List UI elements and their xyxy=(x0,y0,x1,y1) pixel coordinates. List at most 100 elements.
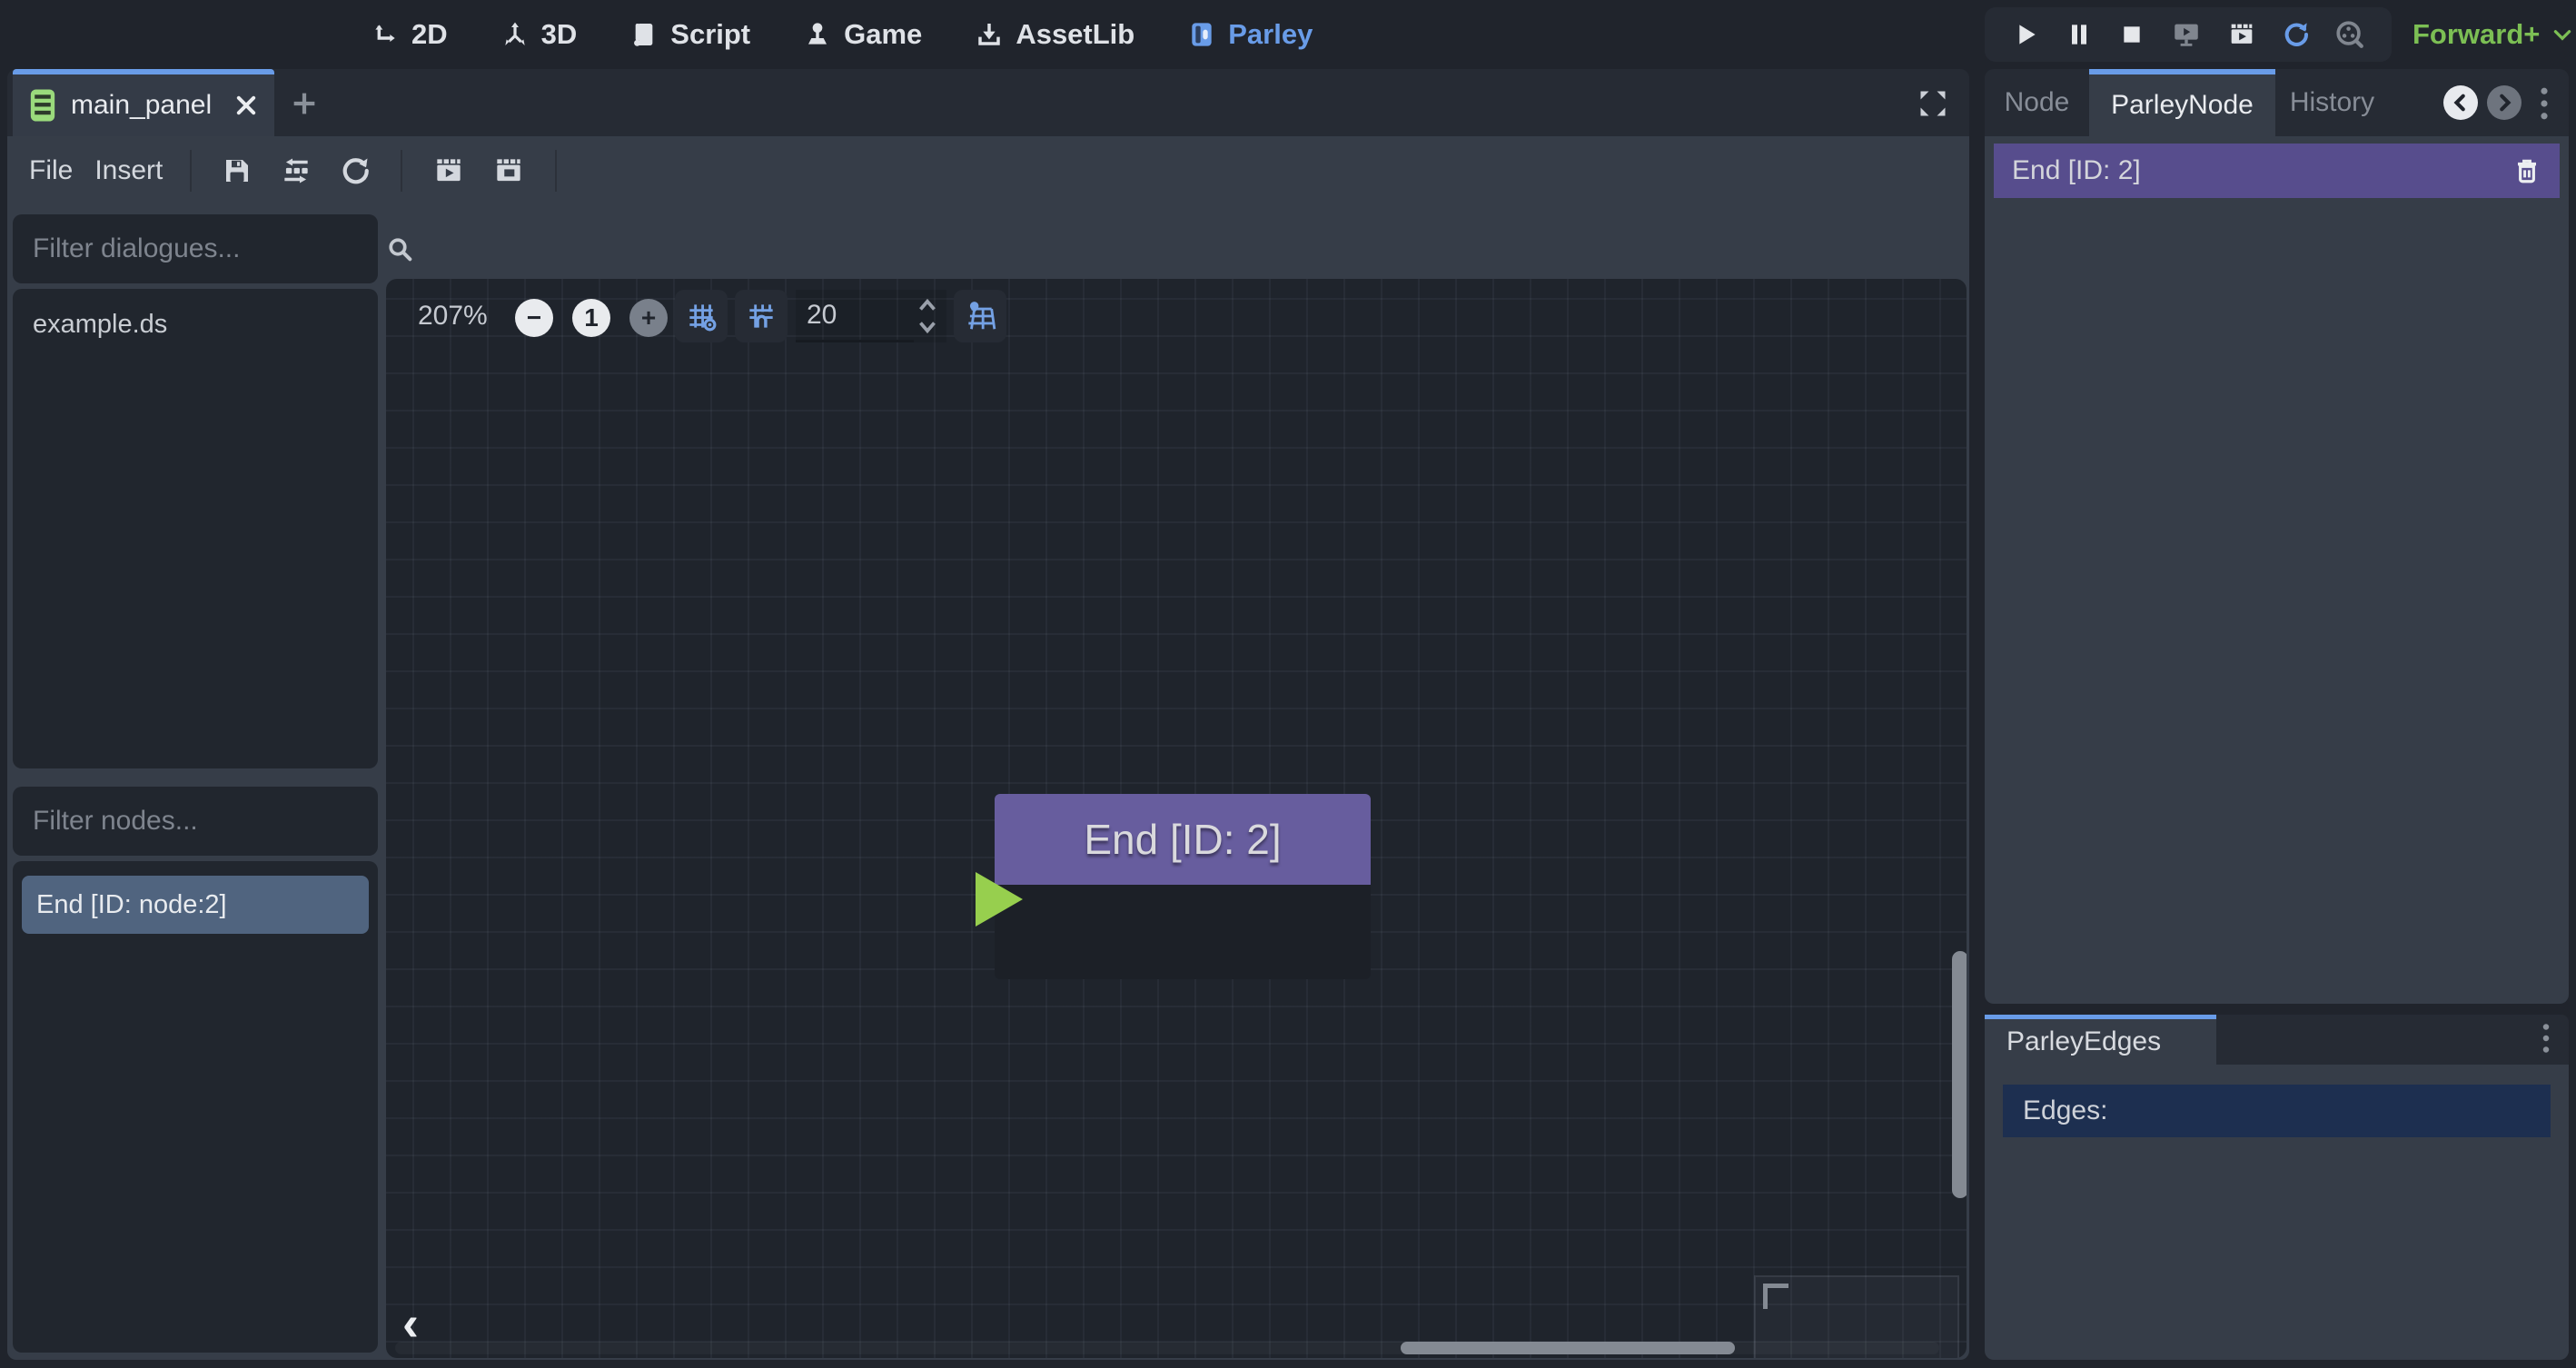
move-3d-icon xyxy=(500,20,530,49)
spinbox-underline xyxy=(796,340,914,342)
canvas-hscrollbar[interactable] xyxy=(1401,1342,1735,1354)
minimap-toggle[interactable] xyxy=(954,290,1006,342)
grid-size-value: 20 xyxy=(807,300,837,331)
renderer-selector[interactable]: Forward+ xyxy=(2413,0,2574,69)
menubar-separator xyxy=(555,150,557,192)
grid-magnet-icon xyxy=(744,299,778,333)
tab-parleynode[interactable]: ParleyNode xyxy=(2089,69,2275,136)
parley-icon xyxy=(1187,20,1216,49)
game-icon xyxy=(803,20,832,49)
workspace-tab-game[interactable]: Game xyxy=(803,18,922,51)
workspace-tab-parley[interactable]: Parley xyxy=(1187,18,1313,51)
move-2d-icon xyxy=(371,20,400,49)
graph-node-end-header[interactable]: End [ID: 2] xyxy=(995,794,1371,885)
grid-magnet-toggle[interactable] xyxy=(735,290,788,342)
zoom-percent-label: 207% xyxy=(418,301,488,332)
workspace-tab-label: AssetLib xyxy=(1016,18,1134,51)
expand-icon[interactable] xyxy=(1917,87,1949,120)
zoom-out-button[interactable]: − xyxy=(515,299,553,337)
canvas-vscrollbar[interactable] xyxy=(1952,951,1967,1198)
dialogue-sequence-icon xyxy=(29,88,56,123)
menu-file[interactable]: File xyxy=(18,155,84,186)
zoom-in-button[interactable]: + xyxy=(629,299,668,337)
tab-nav xyxy=(2443,85,2522,120)
grid-size-spinbox[interactable]: 20 xyxy=(796,290,946,342)
trash-icon[interactable] xyxy=(2512,156,2541,185)
tab-node[interactable]: Node xyxy=(1985,69,2089,136)
graph-node-end-body[interactable] xyxy=(995,885,1371,979)
movie-reel-icon[interactable] xyxy=(2334,19,2365,50)
pause-icon[interactable] xyxy=(2065,20,2094,49)
nodes-filter xyxy=(13,787,378,856)
grid-snap-icon xyxy=(684,299,718,333)
main-editor-region: main_panel File Insert xyxy=(7,69,1969,1360)
search-icon xyxy=(385,234,414,263)
tab-parleyedges[interactable]: ParleyEdges xyxy=(1985,1015,2216,1065)
workspace-tab-assetlib[interactable]: AssetLib xyxy=(975,18,1134,51)
tab-label: main_panel xyxy=(71,90,212,121)
save-icon[interactable] xyxy=(221,154,253,187)
graph-canvas[interactable]: 207% − 1 + 20 xyxy=(386,279,1967,1358)
dialogues-filter-input[interactable] xyxy=(31,233,385,265)
parley-main-panel: File Insert xyxy=(7,136,1969,1360)
workspace-tab-label: Script xyxy=(670,18,750,51)
workspace-tab-label: Parley xyxy=(1228,18,1313,51)
reload-icon[interactable] xyxy=(2281,20,2310,49)
parleynode-inspector: End [ID: 2] xyxy=(1985,136,2569,1004)
workspace-tab-label: 3D xyxy=(541,18,578,51)
workspace-tab-label: 2D xyxy=(411,18,448,51)
sidebar-collapse-button[interactable]: ‹ xyxy=(389,1295,432,1350)
edges-tab-bar: ParleyEdges xyxy=(1985,1015,2569,1065)
selected-node-header[interactable]: End [ID: 2] xyxy=(1994,144,2560,198)
workspace-tab-2d[interactable]: 2D xyxy=(371,18,448,51)
spinner-arrows[interactable] xyxy=(914,293,941,339)
grid-snap-toggle[interactable] xyxy=(675,290,728,342)
workspace-tabs: 2D 3D Script Game xyxy=(371,0,1313,69)
tab-next-button[interactable] xyxy=(2487,85,2522,120)
stop-icon[interactable] xyxy=(2117,20,2146,49)
chevron-down-icon xyxy=(2551,23,2574,46)
assetlib-icon xyxy=(975,20,1004,49)
godot-editor-window: 2D 3D Script Game xyxy=(0,0,2576,1368)
refresh-icon[interactable] xyxy=(339,154,372,187)
editor-tab-strip: main_panel xyxy=(7,69,1969,136)
node-list-item-selected[interactable]: End [ID: node:2] xyxy=(22,876,369,934)
playback-controls xyxy=(1985,7,2392,62)
tab-prev-button[interactable] xyxy=(2443,85,2478,120)
edges-header: Edges: xyxy=(2003,1085,2551,1137)
workspace-tab-3d[interactable]: 3D xyxy=(500,18,578,51)
dialogue-list-item[interactable]: example.ds xyxy=(13,296,378,352)
dialogues-list: example.ds xyxy=(13,289,378,768)
close-icon[interactable] xyxy=(233,93,259,118)
grid-minimap-icon xyxy=(963,299,997,333)
workspace-tab-label: Game xyxy=(844,18,922,51)
play-icon[interactable] xyxy=(2011,20,2040,49)
menubar-separator xyxy=(401,150,402,192)
test-dialogue-scene-icon[interactable] xyxy=(491,154,526,188)
kebab-menu-icon[interactable] xyxy=(2529,84,2560,124)
parley-menubar: File Insert xyxy=(7,136,1969,205)
menubar-separator xyxy=(190,150,192,192)
minimap-corner-marker xyxy=(1763,1284,1768,1309)
menu-insert[interactable]: Insert xyxy=(84,155,173,186)
dialogues-filter xyxy=(13,214,378,283)
nodes-list: End [ID: node:2] xyxy=(13,861,378,1353)
new-tab-button[interactable] xyxy=(287,86,322,121)
kebab-menu-icon[interactable] xyxy=(2532,1020,2560,1056)
selected-node-label: End [ID: 2] xyxy=(2012,155,2141,186)
node-input-port[interactable] xyxy=(976,872,1023,927)
renderer-label: Forward+ xyxy=(2413,18,2540,51)
inspector-panel: Node ParleyNode History End [ID: 2] xyxy=(1985,69,2569,1360)
tab-main-panel[interactable]: main_panel xyxy=(13,69,274,136)
tab-history[interactable]: History xyxy=(2275,69,2389,136)
play-remote-icon[interactable] xyxy=(2171,19,2202,50)
movie-maker-icon[interactable] xyxy=(2226,19,2257,50)
script-icon xyxy=(629,20,659,49)
nodes-filter-input[interactable] xyxy=(31,805,385,838)
inspector-tab-bar: Node ParleyNode History xyxy=(1985,69,2569,136)
top-bar: 2D 3D Script Game xyxy=(0,0,2576,69)
arrange-nodes-icon[interactable] xyxy=(279,154,313,188)
zoom-reset-button[interactable]: 1 xyxy=(572,299,610,337)
workspace-tab-script[interactable]: Script xyxy=(629,18,750,51)
test-dialogue-icon[interactable] xyxy=(431,154,466,188)
